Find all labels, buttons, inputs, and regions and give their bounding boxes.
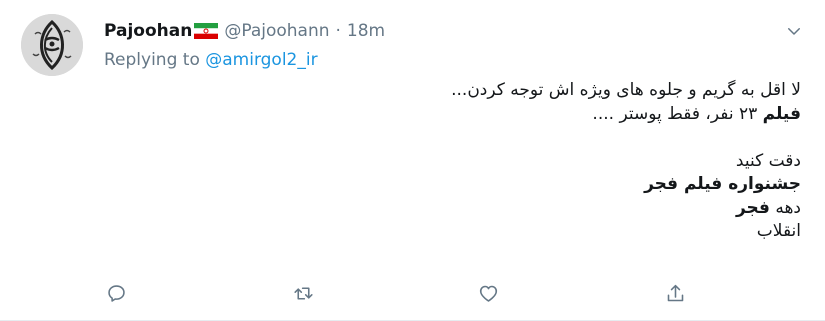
user-handle[interactable]: @Pajoohann xyxy=(224,20,329,42)
tweet-line-2-bold: فیلم xyxy=(762,103,801,124)
tweet-line-3: دقت کنید xyxy=(735,150,801,171)
chevron-down-icon xyxy=(788,28,800,35)
replying-mention-link[interactable]: @amirgol2_ir xyxy=(205,50,317,70)
more-button[interactable] xyxy=(781,18,807,44)
avatar-logo-icon xyxy=(21,14,83,76)
tweet-line-5: دهه فجر xyxy=(104,197,801,221)
reply-button[interactable] xyxy=(101,278,131,308)
tweet-line-5-bold: فجر xyxy=(735,197,770,218)
separator-dot: · xyxy=(335,21,341,41)
tweet-text: لا اقل به گریم و جلوه های ویژه اش توجه ک… xyxy=(104,79,807,244)
iran-flag-icon xyxy=(194,23,219,39)
share-button[interactable] xyxy=(660,278,690,308)
tweet-line-4: جشنواره فیلم فجر xyxy=(104,173,801,197)
retweet-icon xyxy=(293,286,313,300)
replying-to: Replying to @amirgol2_ir xyxy=(104,49,807,71)
heart-icon xyxy=(479,285,497,302)
tweet-line-6: انقلاب xyxy=(756,221,801,241)
tweet-line-2: فیلم ۲۳ نفر، فقط پوستر .... xyxy=(104,103,801,127)
like-button[interactable] xyxy=(473,278,503,308)
tweet-line-1: لا اقل به گریم و جلوه های ویژه اش توجه ک… xyxy=(451,80,801,100)
replying-prefix: Replying to xyxy=(104,50,206,70)
share-icon xyxy=(667,284,683,301)
tweet[interactable]: Pajoohan @Pajoohann · 18m Replying to @a… xyxy=(0,0,825,321)
tweet-line-4-bold: جشنواره فیلم فجر xyxy=(644,174,801,194)
tweet-line-5-rest: دهه xyxy=(769,197,801,218)
retweet-button[interactable] xyxy=(288,278,318,308)
tweet-header: Pajoohan @Pajoohann · 18m xyxy=(104,20,807,42)
timestamp[interactable]: 18m xyxy=(347,20,385,42)
tweet-line-2-rest: ۲۳ نفر، فقط پوستر .... xyxy=(592,103,763,124)
avatar[interactable] xyxy=(21,14,83,76)
tweet-actions xyxy=(101,278,691,308)
display-name[interactable]: Pajoohan xyxy=(104,20,192,42)
reply-icon xyxy=(107,284,125,302)
